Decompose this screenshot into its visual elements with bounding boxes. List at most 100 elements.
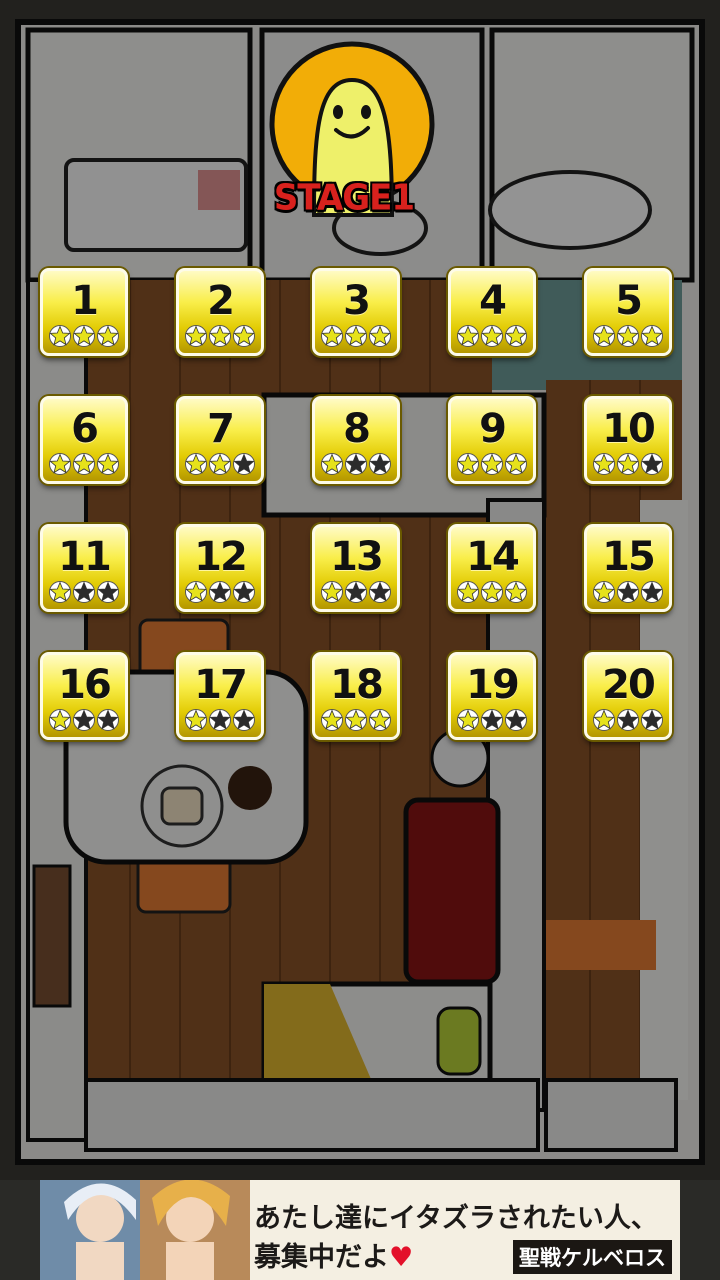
level-stars	[315, 581, 397, 603]
star-filled-icon	[185, 581, 207, 603]
level-stars	[43, 453, 125, 475]
level-button-19[interactable]: 19	[448, 652, 536, 740]
level-number: 12	[194, 534, 248, 580]
level-button-5[interactable]: 5	[584, 268, 672, 356]
level-button-4[interactable]: 4	[448, 268, 536, 356]
stage-badge: STAGE1	[268, 40, 438, 220]
star-filled-icon	[209, 453, 231, 475]
level-number: 9	[479, 406, 507, 452]
star-filled-icon	[73, 453, 95, 475]
star-filled-icon	[185, 709, 207, 731]
level-button-12[interactable]: 12	[176, 524, 264, 612]
star-empty-icon	[369, 581, 391, 603]
level-button-20[interactable]: 20	[584, 652, 672, 740]
level-number: 2	[207, 278, 235, 324]
star-filled-icon	[345, 709, 367, 731]
level-stars	[179, 709, 261, 731]
star-empty-icon	[481, 709, 503, 731]
star-empty-icon	[641, 581, 663, 603]
star-filled-icon	[593, 453, 615, 475]
ad-banner[interactable]: あたし達にイタズラされたい人、 募集中だよ♥ 聖戦ケルベロス	[40, 1180, 680, 1280]
level-stars	[587, 709, 669, 731]
star-empty-icon	[73, 581, 95, 603]
level-button-17[interactable]: 17	[176, 652, 264, 740]
star-empty-icon	[617, 581, 639, 603]
star-filled-icon	[369, 709, 391, 731]
star-empty-icon	[233, 453, 255, 475]
level-stars	[43, 709, 125, 731]
ad-subline: 募集中だよ♥	[254, 1235, 413, 1274]
star-filled-icon	[593, 709, 615, 731]
star-filled-icon	[49, 581, 71, 603]
star-filled-icon	[321, 581, 343, 603]
star-filled-icon	[185, 325, 207, 347]
level-stars	[179, 453, 261, 475]
level-button-7[interactable]: 7	[176, 396, 264, 484]
level-button-3[interactable]: 3	[312, 268, 400, 356]
star-filled-icon	[321, 325, 343, 347]
star-empty-icon	[97, 709, 119, 731]
level-number: 20	[602, 662, 656, 708]
star-empty-icon	[345, 581, 367, 603]
star-empty-icon	[641, 453, 663, 475]
star-filled-icon	[457, 581, 479, 603]
level-number: 13	[330, 534, 384, 580]
star-empty-icon	[73, 709, 95, 731]
ad-game-title: 聖戦ケルベロス	[513, 1240, 672, 1274]
level-button-11[interactable]: 11	[40, 524, 128, 612]
star-empty-icon	[97, 581, 119, 603]
level-number: 3	[343, 278, 371, 324]
level-stars	[315, 453, 397, 475]
ad-characters-image	[40, 1180, 250, 1280]
star-filled-icon	[73, 325, 95, 347]
level-number: 19	[466, 662, 520, 708]
star-filled-icon	[457, 325, 479, 347]
star-empty-icon	[233, 581, 255, 603]
level-button-15[interactable]: 15	[584, 524, 672, 612]
level-stars	[43, 581, 125, 603]
ad-subline-text: 募集中だよ	[254, 1242, 389, 1273]
star-filled-icon	[457, 453, 479, 475]
level-number: 11	[58, 534, 112, 580]
star-empty-icon	[617, 709, 639, 731]
star-filled-icon	[49, 709, 71, 731]
level-button-14[interactable]: 14	[448, 524, 536, 612]
star-filled-icon	[97, 453, 119, 475]
level-stars	[451, 581, 533, 603]
level-stars	[587, 581, 669, 603]
level-button-13[interactable]: 13	[312, 524, 400, 612]
star-filled-icon	[233, 325, 255, 347]
star-filled-icon	[185, 453, 207, 475]
star-empty-icon	[233, 709, 255, 731]
level-stars	[315, 709, 397, 731]
star-filled-icon	[49, 453, 71, 475]
level-number: 16	[58, 662, 112, 708]
heart-icon: ♥	[389, 1242, 414, 1273]
star-empty-icon	[505, 709, 527, 731]
star-filled-icon	[481, 453, 503, 475]
star-filled-icon	[617, 453, 639, 475]
star-filled-icon	[617, 325, 639, 347]
level-button-6[interactable]: 6	[40, 396, 128, 484]
level-button-8[interactable]: 8	[312, 396, 400, 484]
level-button-10[interactable]: 10	[584, 396, 672, 484]
star-filled-icon	[641, 325, 663, 347]
level-button-2[interactable]: 2	[176, 268, 264, 356]
level-stars	[179, 325, 261, 347]
star-filled-icon	[321, 709, 343, 731]
level-number: 6	[71, 406, 99, 452]
level-button-9[interactable]: 9	[448, 396, 536, 484]
level-button-16[interactable]: 16	[40, 652, 128, 740]
star-filled-icon	[97, 325, 119, 347]
star-filled-icon	[345, 325, 367, 347]
level-button-18[interactable]: 18	[312, 652, 400, 740]
star-filled-icon	[481, 325, 503, 347]
level-button-1[interactable]: 1	[40, 268, 128, 356]
star-filled-icon	[49, 325, 71, 347]
star-filled-icon	[209, 325, 231, 347]
level-number: 5	[615, 278, 643, 324]
star-empty-icon	[209, 581, 231, 603]
level-stars	[451, 709, 533, 731]
star-empty-icon	[369, 453, 391, 475]
level-number: 15	[602, 534, 656, 580]
